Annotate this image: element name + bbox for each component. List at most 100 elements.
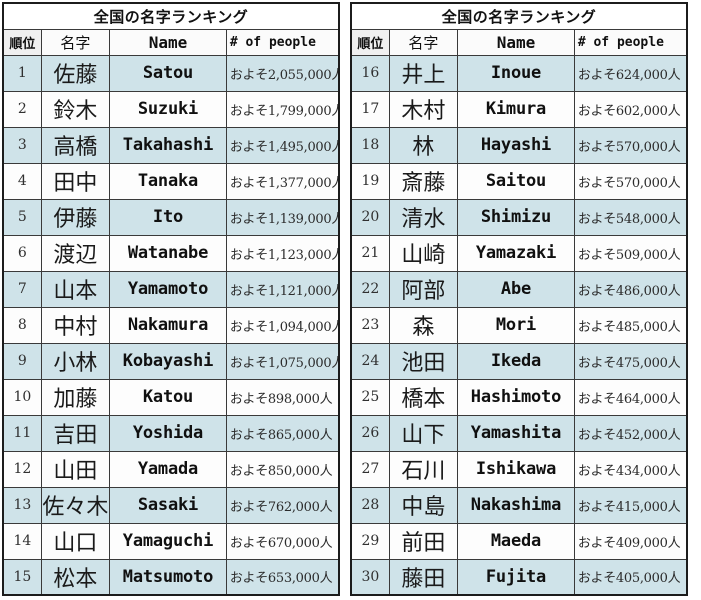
cell-surname-kanji: 清水 [388, 198, 459, 236]
table-row[interactable]: 26 山下 Yamashita およそ452,000人 [350, 414, 688, 452]
cell-population-count: およそ475,000人 [573, 342, 688, 380]
cell-rank: 24 [350, 342, 390, 380]
table-row[interactable]: 14 山口 Yamaguchi およそ670,000人 [2, 522, 340, 560]
cell-surname-kanji: 池田 [388, 342, 459, 380]
cell-surname-kanji: 林 [388, 126, 459, 164]
cell-surname-kanji: 橋本 [388, 378, 459, 416]
cell-rank: 22 [350, 270, 390, 308]
cell-rank: 30 [350, 558, 390, 596]
table-row[interactable]: 19 斎藤 Saitou およそ570,000人 [350, 162, 688, 200]
cell-rank: 13 [2, 486, 42, 524]
column-header-name: Name [109, 28, 227, 56]
cell-surname-romaji: Hayashi [457, 126, 575, 164]
cell-surname-romaji: Kimura [457, 90, 575, 128]
cell-surname-romaji: Yamamoto [109, 270, 227, 308]
table-row[interactable]: 15 松本 Matsumoto およそ653,000人 [2, 558, 340, 596]
table-row[interactable]: 28 中島 Nakashima およそ415,000人 [350, 486, 688, 524]
cell-rank: 23 [350, 306, 390, 344]
cell-population-count: およそ670,000人 [225, 522, 340, 560]
table-row[interactable]: 8 中村 Nakamura およそ1,094,000人 [2, 306, 340, 344]
table-row[interactable]: 12 山田 Yamada およそ850,000人 [2, 450, 340, 488]
cell-rank: 15 [2, 558, 42, 596]
ranking-tables-page: 全国の名字ランキング 順位 名字 Name # of people 1 佐藤 Sat… [0, 0, 701, 600]
cell-surname-romaji: Nakamura [109, 306, 227, 344]
cell-surname-kanji: 中村 [40, 306, 111, 344]
table-row[interactable]: 17 木村 Kimura およそ602,000人 [350, 90, 688, 128]
table-row[interactable]: 10 加藤 Katou およそ898,000人 [2, 378, 340, 416]
table-row[interactable]: 27 石川 Ishikawa およそ434,000人 [350, 450, 688, 488]
table-row[interactable]: 29 前田 Maeda およそ409,000人 [350, 522, 688, 560]
table-row[interactable]: 30 藤田 Fujita およそ405,000人 [350, 558, 688, 596]
cell-rank: 25 [350, 378, 390, 416]
title-row: 全国の名字ランキング [2, 2, 340, 30]
table-row[interactable]: 24 池田 Ikeda およそ475,000人 [350, 342, 688, 380]
ranking-table-right: 全国の名字ランキング 順位 名字 Name # of people 16 井上 In… [350, 2, 688, 596]
cell-population-count: およそ548,000人 [573, 198, 688, 236]
table-row[interactable]: 9 小林 Kobayashi およそ1,075,000人 [2, 342, 340, 380]
cell-rank: 28 [350, 486, 390, 524]
table-title: 全国の名字ランキング [350, 2, 688, 30]
cell-population-count: およそ452,000人 [573, 414, 688, 452]
cell-population-count: およそ415,000人 [573, 486, 688, 524]
cell-surname-romaji: Maeda [457, 522, 575, 560]
cell-rank: 18 [350, 126, 390, 164]
column-header-name: Name [457, 28, 575, 56]
cell-surname-romaji: Hashimoto [457, 378, 575, 416]
table-row[interactable]: 1 佐藤 Satou およそ2,055,000人 [2, 54, 340, 92]
cell-surname-kanji: 松本 [40, 558, 111, 596]
ranking-table-left: 全国の名字ランキング 順位 名字 Name # of people 1 佐藤 Sat… [2, 2, 340, 596]
cell-rank: 16 [350, 54, 390, 92]
table-row[interactable]: 6 渡辺 Watanabe およそ1,123,000人 [2, 234, 340, 272]
cell-population-count: およそ762,000人 [225, 486, 340, 524]
cell-surname-romaji: Yamaguchi [109, 522, 227, 560]
cell-surname-kanji: 前田 [388, 522, 459, 560]
cell-surname-romaji: Fujita [457, 558, 575, 596]
cell-surname-kanji: 小林 [40, 342, 111, 380]
cell-population-count: およそ898,000人 [225, 378, 340, 416]
table-row[interactable]: 16 井上 Inoue およそ624,000人 [350, 54, 688, 92]
cell-surname-kanji: 山本 [40, 270, 111, 308]
cell-surname-romaji: Suzuki [109, 90, 227, 128]
table-row[interactable]: 5 伊藤 Ito およそ1,139,000人 [2, 198, 340, 236]
table-row[interactable]: 21 山崎 Yamazaki およそ509,000人 [350, 234, 688, 272]
column-header-rank: 順位 [350, 28, 390, 56]
column-header-count: # of people [573, 28, 688, 56]
table-row[interactable]: 23 森 Mori およそ485,000人 [350, 306, 688, 344]
table-row[interactable]: 13 佐々木 Sasaki およそ762,000人 [2, 486, 340, 524]
cell-rank: 3 [2, 126, 42, 164]
table-row[interactable]: 22 阿部 Abe およそ486,000人 [350, 270, 688, 308]
cell-rank: 21 [350, 234, 390, 272]
cell-surname-kanji: 山下 [388, 414, 459, 452]
table-row[interactable]: 4 田中 Tanaka およそ1,377,000人 [2, 162, 340, 200]
table-row[interactable]: 18 林 Hayashi およそ570,000人 [350, 126, 688, 164]
table-row[interactable]: 25 橋本 Hashimoto およそ464,000人 [350, 378, 688, 416]
cell-surname-romaji: Katou [109, 378, 227, 416]
cell-surname-romaji: Kobayashi [109, 342, 227, 380]
table-row[interactable]: 3 高橋 Takahashi およそ1,495,000人 [2, 126, 340, 164]
cell-surname-romaji: Saitou [457, 162, 575, 200]
table-row[interactable]: 2 鈴木 Suzuki およそ1,799,000人 [2, 90, 340, 128]
header-row: 順位 名字 Name # of people [350, 28, 688, 56]
cell-surname-romaji: Yamada [109, 450, 227, 488]
cell-surname-romaji: Shimizu [457, 198, 575, 236]
cell-rank: 27 [350, 450, 390, 488]
cell-surname-romaji: Inoue [457, 54, 575, 92]
column-header-kanji: 名字 [40, 28, 111, 56]
table-row[interactable]: 11 吉田 Yoshida およそ865,000人 [2, 414, 340, 452]
cell-surname-kanji: 佐藤 [40, 54, 111, 92]
cell-rank: 5 [2, 198, 42, 236]
right-table-body: 全国の名字ランキング 順位 名字 Name # of people 16 井上 In… [350, 2, 688, 596]
table-row[interactable]: 20 清水 Shimizu およそ548,000人 [350, 198, 688, 236]
column-header-rank: 順位 [2, 28, 42, 56]
cell-population-count: およそ485,000人 [573, 306, 688, 344]
cell-surname-romaji: Nakashima [457, 486, 575, 524]
cell-rank: 20 [350, 198, 390, 236]
cell-population-count: およそ570,000人 [573, 126, 688, 164]
cell-surname-romaji: Takahashi [109, 126, 227, 164]
cell-surname-kanji: 井上 [388, 54, 459, 92]
cell-surname-kanji: 渡辺 [40, 234, 111, 272]
cell-rank: 17 [350, 90, 390, 128]
cell-surname-romaji: Yamashita [457, 414, 575, 452]
table-row[interactable]: 7 山本 Yamamoto およそ1,121,000人 [2, 270, 340, 308]
cell-surname-kanji: 鈴木 [40, 90, 111, 128]
